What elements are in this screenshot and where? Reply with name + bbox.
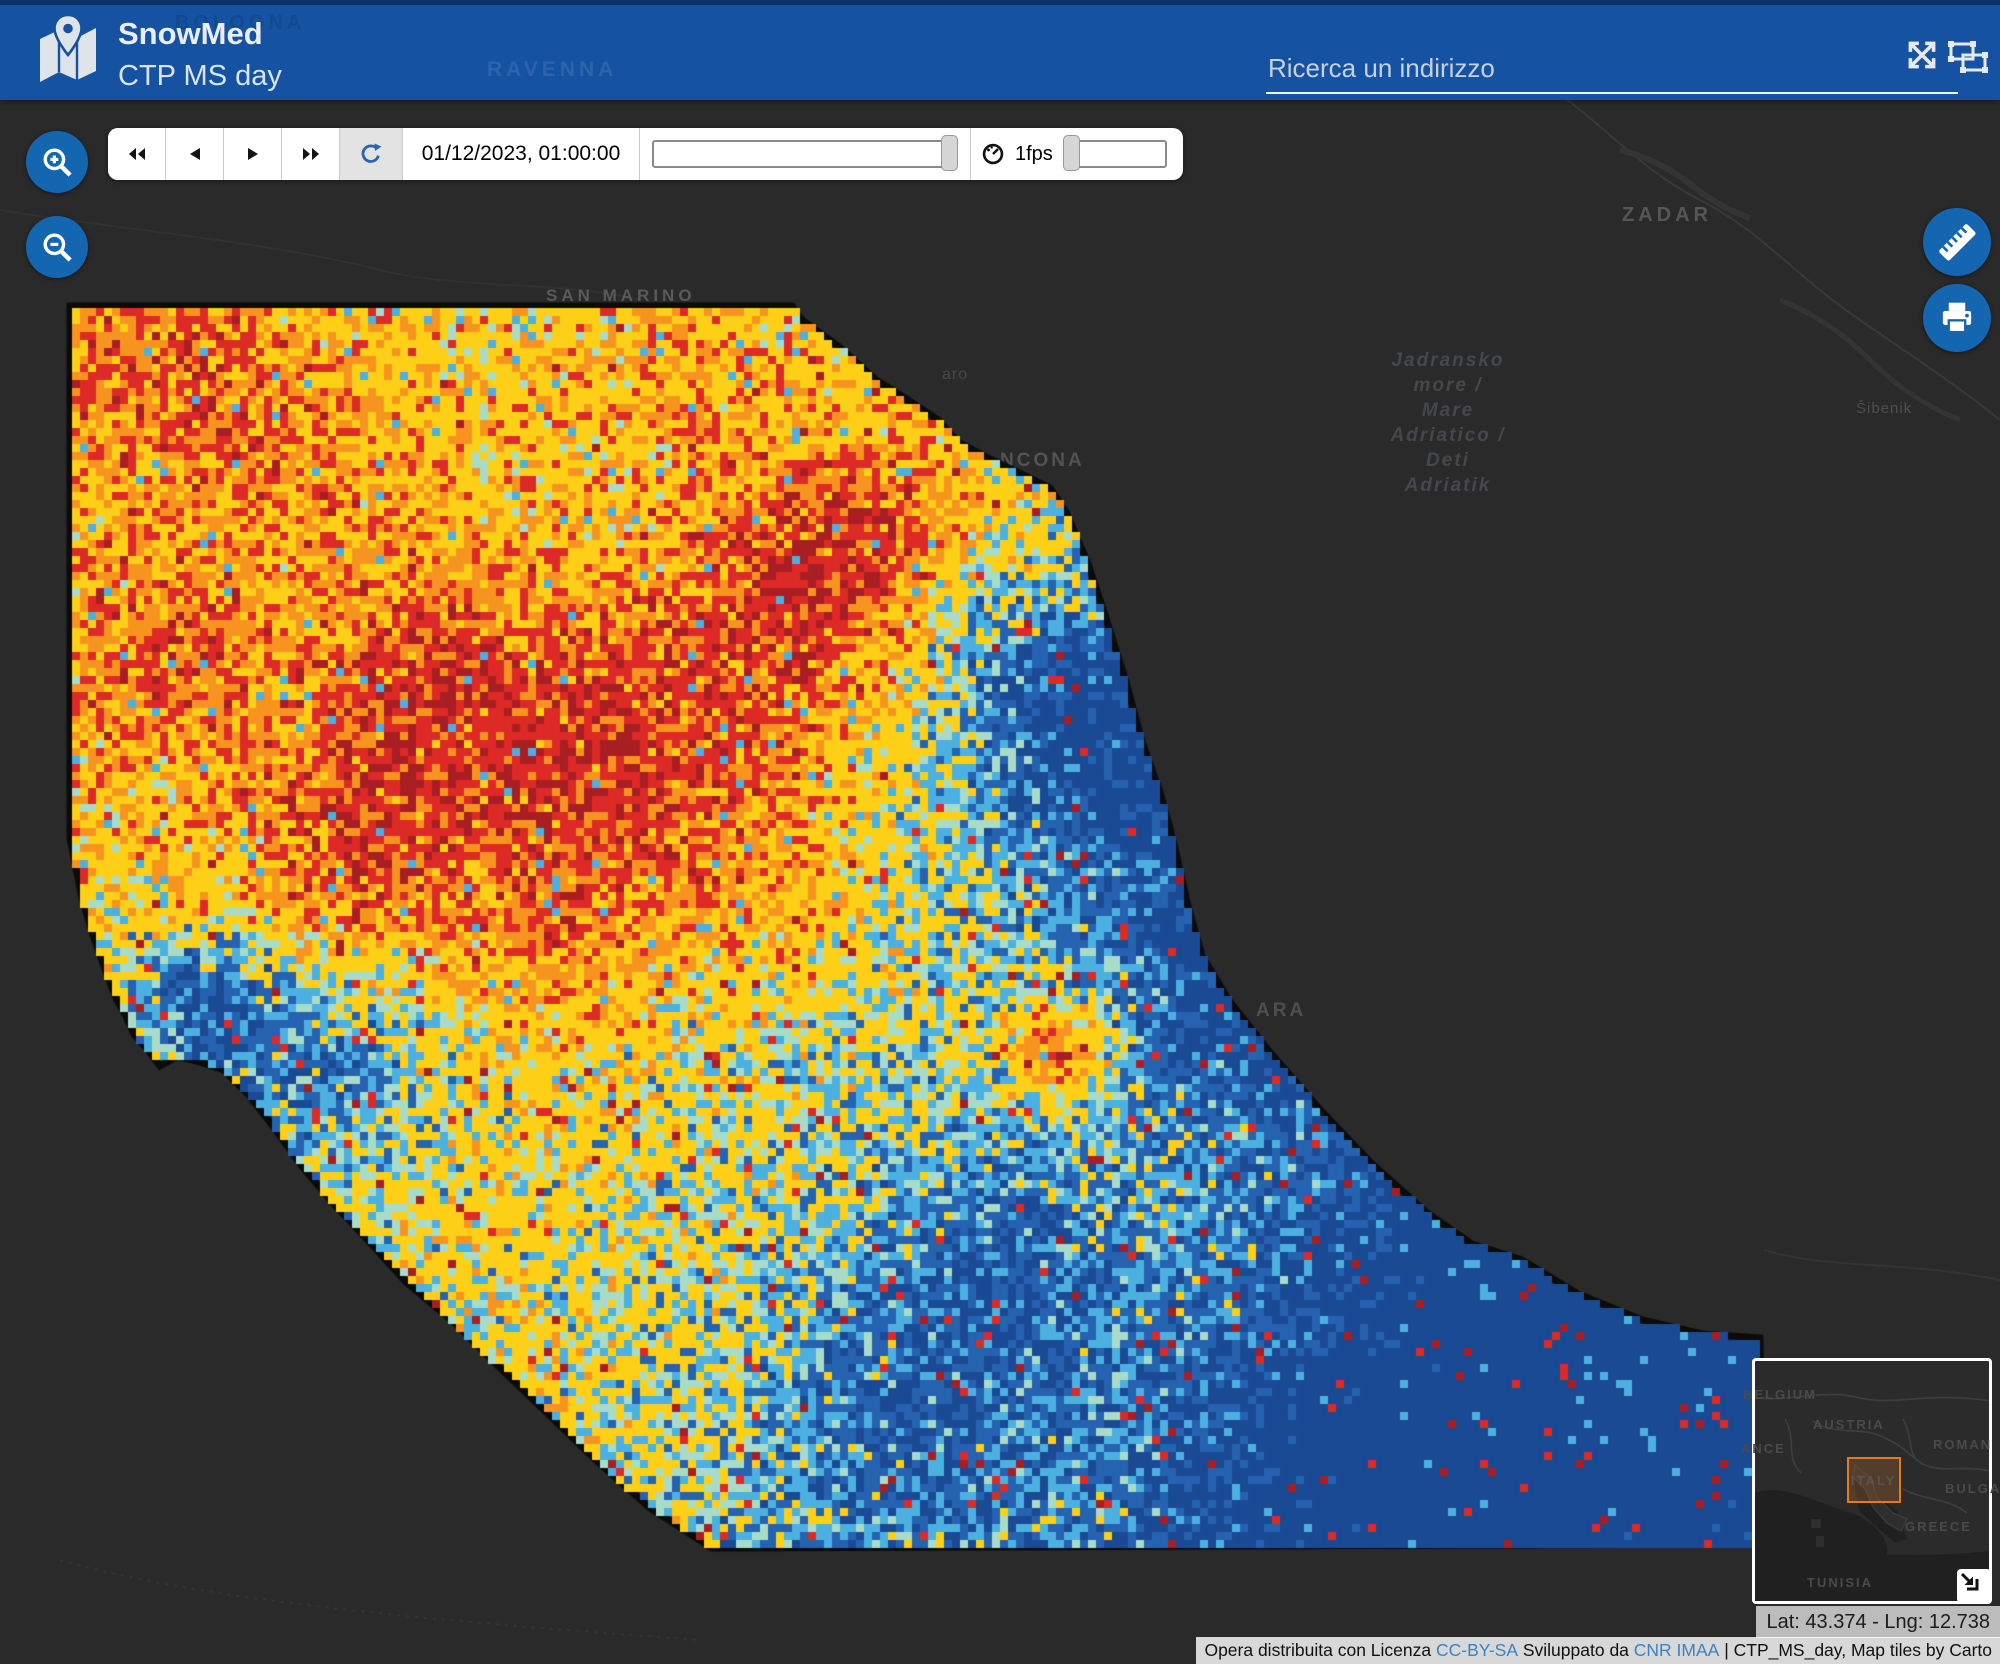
skip-forward-icon bbox=[302, 148, 319, 160]
print-icon bbox=[1942, 302, 1972, 334]
time-slider-segment bbox=[640, 128, 971, 180]
minimap-label-bulgaria: BULGA bbox=[1945, 1481, 2000, 1496]
step-back-button[interactable] bbox=[166, 128, 224, 180]
fps-value: 1fps bbox=[1015, 142, 1053, 165]
skip-back-button[interactable] bbox=[108, 128, 166, 180]
skip-back-icon bbox=[128, 148, 145, 160]
attribution-text: | CTP_MS_day, Map tiles by Carto bbox=[1719, 1640, 1992, 1660]
playback-toolbar: 01/12/2023, 01:00:00 1fps bbox=[108, 128, 1183, 180]
refresh-button[interactable] bbox=[340, 128, 403, 180]
skip-forward-button[interactable] bbox=[282, 128, 340, 180]
app-subtitle: CTP MS day bbox=[118, 60, 282, 92]
print-button[interactable] bbox=[1923, 284, 1991, 352]
zoom-out-icon bbox=[43, 233, 72, 262]
ruler-icon bbox=[1939, 224, 1976, 261]
attribution-text: Opera distribuita con Licenza bbox=[1204, 1640, 1436, 1660]
app-title: SnowMed bbox=[118, 16, 263, 51]
minimap-label-belgium: BELGIUM bbox=[1743, 1387, 1817, 1402]
map-label-ravenna: RAVENNA bbox=[487, 58, 618, 81]
license-link[interactable]: CC-BY-SA bbox=[1436, 1640, 1518, 1661]
play-icon bbox=[247, 148, 258, 160]
refresh-icon bbox=[361, 143, 382, 163]
zoom-in-icon bbox=[43, 148, 72, 177]
minimap[interactable]: BELGIUM ANCE AUSTRIA ROMAN ITALY BULGA G… bbox=[1741, 1358, 1999, 1604]
time-slider-handle[interactable] bbox=[941, 135, 958, 171]
minimap-label-austria: AUSTRIA bbox=[1813, 1417, 1885, 1432]
search-input[interactable] bbox=[1266, 44, 1958, 94]
collapse-arrow-icon bbox=[1960, 1572, 1979, 1591]
speed-gauge-icon bbox=[982, 143, 1004, 165]
fps-slider-handle[interactable] bbox=[1062, 135, 1080, 171]
app-root: SAN MARINO aro NCONA ARA ZADAR Šibenik J… bbox=[0, 0, 2000, 1664]
layers-icon[interactable] bbox=[1947, 38, 1989, 76]
attribution-bar: Opera distribuita con Licenza CC-BY-SA S… bbox=[1196, 1637, 2000, 1664]
datetime-display: 01/12/2023, 01:00:00 bbox=[403, 128, 640, 180]
play-button[interactable] bbox=[224, 128, 282, 180]
map-canvas[interactable] bbox=[0, 0, 2000, 1664]
header-top-strip bbox=[0, 0, 2000, 5]
header-bar: BOLOGNA RAVENNA SnowMed CTP MS day bbox=[0, 0, 2000, 100]
developer-link[interactable]: CNR IMAA bbox=[1634, 1640, 1720, 1661]
minimap-label-greece: GREECE bbox=[1905, 1519, 1972, 1534]
attribution-text: Sviluppato da bbox=[1518, 1640, 1634, 1660]
step-back-icon bbox=[189, 148, 200, 160]
fps-slider[interactable] bbox=[1062, 135, 1167, 171]
minimap-label-france: ANCE bbox=[1741, 1441, 1786, 1456]
map-pin-logo bbox=[40, 13, 96, 82]
minimap-collapse-button[interactable] bbox=[1957, 1569, 1991, 1603]
minimap-label-tunisia: TUNISIA bbox=[1807, 1575, 1873, 1590]
minimap-label-italy: ITALY bbox=[1851, 1473, 1897, 1488]
minimap-label-romania: ROMAN bbox=[1933, 1437, 1993, 1452]
zoom-in-button[interactable] bbox=[26, 131, 88, 193]
ruler-button[interactable] bbox=[1923, 208, 1991, 276]
coordinates-readout: Lat: 43.374 - Lng: 12.738 bbox=[1756, 1606, 2000, 1638]
zoom-out-button[interactable] bbox=[26, 216, 88, 278]
fullscreen-icon[interactable] bbox=[1903, 36, 1941, 74]
time-slider[interactable] bbox=[652, 135, 958, 171]
speed-segment: 1fps bbox=[971, 128, 1183, 180]
